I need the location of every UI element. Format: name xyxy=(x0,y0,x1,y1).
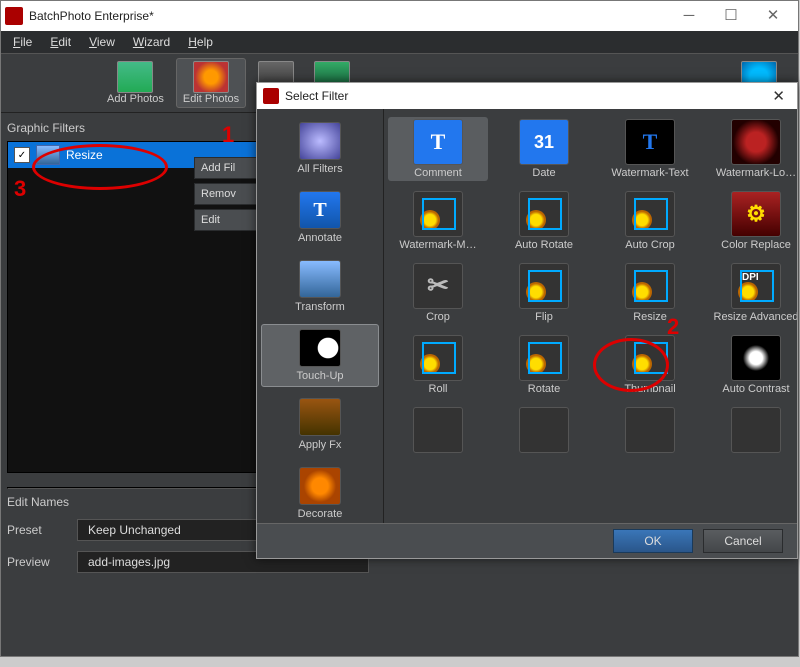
dialog-title: Select Filter xyxy=(285,89,348,103)
dialog-buttons: OK Cancel xyxy=(257,523,797,558)
filter-checkbox[interactable]: ✓ xyxy=(14,147,30,163)
auto-rotate-icon xyxy=(519,191,569,237)
wand-icon xyxy=(299,122,341,160)
filter-label: Resize xyxy=(66,148,103,162)
filter-icon xyxy=(731,407,781,453)
cancel-button[interactable]: Cancel xyxy=(703,529,783,553)
filter-watermark-logo[interactable]: Watermark-Lo… xyxy=(706,117,797,181)
filter-icon xyxy=(413,407,463,453)
filter-color-replace[interactable]: Color Replace xyxy=(706,189,797,253)
filter-auto-rotate[interactable]: Auto Rotate xyxy=(494,189,594,253)
crop-icon xyxy=(413,263,463,309)
maximize-button[interactable]: ☐ xyxy=(710,4,752,28)
date-icon: 31 xyxy=(519,119,569,165)
filter-rotate[interactable]: Rotate xyxy=(494,333,594,397)
preview-label: Preview xyxy=(7,555,67,569)
watermark-logo-icon xyxy=(731,119,781,165)
roll-icon xyxy=(413,335,463,381)
add-photos-icon xyxy=(117,61,153,93)
dialog-titlebar: Select Filter ✕ xyxy=(257,83,797,109)
filter-categories: All Filters TAnnotate Transform Touch-Up… xyxy=(257,109,384,523)
filter-icon xyxy=(625,407,675,453)
cat-decorate[interactable]: Decorate xyxy=(261,462,379,525)
thumbnail-icon xyxy=(625,335,675,381)
filter-auto-crop[interactable]: Auto Crop xyxy=(600,189,700,253)
menu-edit[interactable]: Edit xyxy=(42,33,79,51)
fx-icon xyxy=(299,398,341,436)
cat-touch-up[interactable]: Touch-Up xyxy=(261,324,379,387)
comment-icon: T xyxy=(413,119,463,165)
cat-annotate[interactable]: TAnnotate xyxy=(261,186,379,249)
rotate-icon xyxy=(519,335,569,381)
titlebar: BatchPhoto Enterprise* ─ ☐ ✕ xyxy=(1,1,798,31)
touch-up-icon xyxy=(299,329,341,367)
edit-photos-icon xyxy=(193,61,229,93)
text-icon: T xyxy=(299,191,341,229)
cat-all-filters[interactable]: All Filters xyxy=(261,117,379,180)
ok-button[interactable]: OK xyxy=(613,529,693,553)
cat-transform[interactable]: Transform xyxy=(261,255,379,318)
graphic-filters-title: Graphic Filters xyxy=(7,121,265,135)
transform-icon xyxy=(299,260,341,298)
filter-resize[interactable]: Resize xyxy=(600,261,700,325)
filter-more-4[interactable] xyxy=(706,405,797,457)
filter-crop[interactable]: Crop xyxy=(388,261,488,325)
menu-wizard[interactable]: Wizard xyxy=(125,33,178,51)
menu-help[interactable]: Help xyxy=(180,33,221,51)
resize-icon xyxy=(625,263,675,309)
filter-watermark-text[interactable]: TWatermark-Text xyxy=(600,117,700,181)
filter-auto-contrast[interactable]: Auto Contrast xyxy=(706,333,797,397)
filter-more-2[interactable] xyxy=(494,405,594,457)
toolbar-edit-photos[interactable]: Edit Photos xyxy=(176,58,246,108)
filter-grid: TComment 31Date TWatermark-Text Watermar… xyxy=(388,117,793,457)
filter-comment[interactable]: TComment xyxy=(388,117,488,181)
menu-file[interactable]: File xyxy=(5,33,40,51)
dialog-logo-icon xyxy=(263,88,279,104)
filter-roll[interactable]: Roll xyxy=(388,333,488,397)
filter-date[interactable]: 31Date xyxy=(494,117,594,181)
color-replace-icon xyxy=(731,191,781,237)
watermark-text-icon: T xyxy=(625,119,675,165)
app-logo-icon xyxy=(5,7,23,25)
filter-flip[interactable]: Flip xyxy=(494,261,594,325)
auto-contrast-icon xyxy=(731,335,781,381)
toolbar-add-photos[interactable]: Add Photos xyxy=(101,59,170,107)
watermark-mask-icon xyxy=(413,191,463,237)
menubar: File Edit View Wizard Help xyxy=(1,31,798,53)
preset-label: Preset xyxy=(7,523,67,537)
filter-thumbnail[interactable]: Thumbnail xyxy=(600,333,700,397)
auto-crop-icon xyxy=(625,191,675,237)
dialog-close-button[interactable]: ✕ xyxy=(766,87,791,105)
filter-more-1[interactable] xyxy=(388,405,488,457)
resize-icon xyxy=(36,145,60,165)
filter-grid-pane: TComment 31Date TWatermark-Text Watermar… xyxy=(384,109,797,523)
filter-watermark-mask[interactable]: Watermark-M… xyxy=(388,189,488,253)
minimize-button[interactable]: ─ xyxy=(668,4,710,28)
filter-more-3[interactable] xyxy=(600,405,700,457)
filter-resize-advanced[interactable]: Resize Advanced xyxy=(706,261,797,325)
resize-advanced-icon xyxy=(731,263,781,309)
cat-apply-fx[interactable]: Apply Fx xyxy=(261,393,379,456)
decorate-icon xyxy=(299,467,341,505)
window-title: BatchPhoto Enterprise* xyxy=(29,9,154,23)
select-filter-dialog: Select Filter ✕ All Filters TAnnotate Tr… xyxy=(256,82,798,559)
menu-view[interactable]: View xyxy=(81,33,123,51)
filter-icon xyxy=(519,407,569,453)
close-button[interactable]: ✕ xyxy=(752,4,794,28)
flip-icon xyxy=(519,263,569,309)
